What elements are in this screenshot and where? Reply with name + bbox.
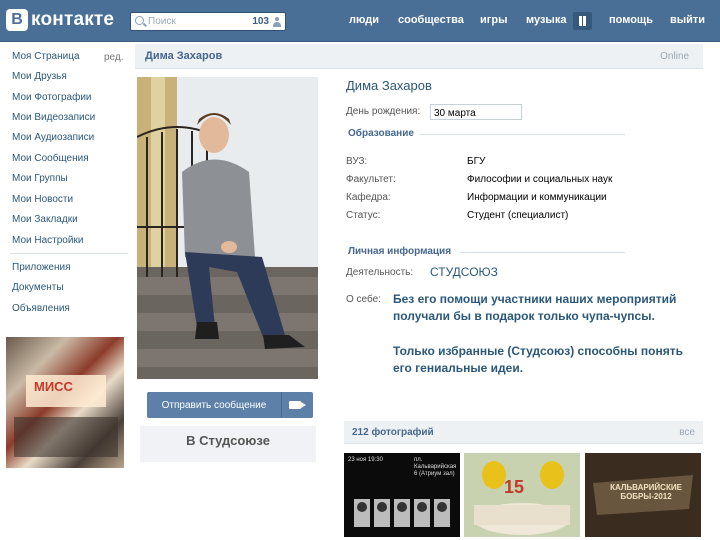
sidebar-item-groups[interactable]: Мои Группы	[12, 173, 68, 184]
vk-logo[interactable]: В контакте	[6, 9, 114, 31]
profile-bar-name: Дима Захаров	[145, 50, 223, 62]
personal-info-divider	[460, 252, 625, 253]
profile-photo[interactable]	[137, 77, 318, 379]
button-divider	[281, 392, 282, 418]
sidebar-item-my-page[interactable]: Моя Страница	[12, 51, 80, 62]
photo-thumb-2[interactable]: 15	[464, 453, 580, 537]
activity-link[interactable]: СТУДСОЮЗ	[430, 265, 498, 279]
education-divider	[420, 134, 625, 135]
vk-logo-text: контакте	[31, 9, 115, 30]
sidebar-item-news[interactable]: Мои Новости	[12, 194, 73, 205]
sidebar-item-videos[interactable]: Мои Видеозаписи	[12, 112, 95, 123]
send-message-button[interactable]: Отправить сообщение	[147, 392, 313, 418]
online-status: Online	[660, 51, 689, 62]
sidebar-item-ads[interactable]: Объявления	[12, 303, 70, 314]
ad-banner-text: МИСС	[34, 379, 73, 394]
vk-logo-icon: В	[6, 9, 28, 31]
status-label: Статус:	[346, 210, 381, 221]
birthday-value[interactable]: 30 марта	[434, 108, 476, 119]
photo-thumb-1[interactable]: 23 ноя 19:30 пл. Кальварийская 6 (Атриум…	[344, 453, 460, 537]
photos-count[interactable]: 212 фотографий	[352, 427, 434, 438]
university-label: ВУЗ:	[346, 156, 368, 167]
video-camera-icon[interactable]	[289, 401, 306, 409]
nav-people[interactable]: люди	[349, 14, 379, 26]
sidebar-item-bookmarks[interactable]: Мои Закладки	[12, 214, 78, 225]
search-placeholder: Поиск	[148, 16, 176, 27]
thumb-3-caption: КАЛЬВАРИЙСКИЕ БОБРЫ-2012	[610, 483, 682, 501]
about-text-1: Без его помощи участники наших мероприят…	[393, 292, 677, 323]
profile-header-bar: Дима Захаров Online	[135, 44, 703, 69]
status-value: Студент (специалист)	[467, 210, 569, 221]
education-title: Образование	[348, 128, 414, 139]
pause-icon[interactable]	[573, 12, 592, 30]
thumb-2-number: 15	[504, 477, 525, 497]
department-value[interactable]: Информации и коммуникации	[467, 192, 607, 203]
activity-label: Деятельность:	[346, 267, 414, 278]
photos-all-link[interactable]: все	[679, 427, 695, 438]
about-label: О себе:	[346, 294, 381, 305]
send-message-label: Отправить сообщение	[161, 400, 267, 411]
sidebar-item-photos[interactable]: Мои Фотографии	[12, 92, 92, 103]
ad-banner[interactable]: МИСС	[6, 337, 124, 468]
search-icon	[135, 16, 144, 25]
sidebar-item-audio[interactable]: Мои Аудиозаписи	[12, 132, 94, 143]
birthday-label: День рождения:	[346, 106, 421, 117]
department-label: Кафедра:	[346, 192, 391, 203]
nav-help[interactable]: помощь	[609, 14, 653, 26]
sidebar-edit-link[interactable]: ред.	[104, 52, 124, 63]
nav-logout[interactable]: выйти	[670, 14, 705, 26]
about-text-2: Только избранные (Студсоюз) способны пон…	[393, 344, 683, 375]
sidebar-item-friends[interactable]: Мои Друзья	[12, 71, 67, 82]
sidebar-divider	[10, 253, 128, 254]
university-value[interactable]: БГУ	[467, 156, 485, 167]
photos-header: 212 фотографий все	[344, 421, 703, 444]
sidebar-item-settings[interactable]: Мои Настройки	[12, 235, 83, 246]
photo-thumb-3[interactable]: КАЛЬВАРИЙСКИЕ БОБРЫ-2012	[585, 453, 701, 537]
nav-games[interactable]: игры	[480, 14, 507, 26]
top-header: В контакте Поиск 103 люди сообщества игр…	[0, 0, 720, 42]
search-count: 103	[252, 16, 269, 27]
profile-name: Дима Захаров	[346, 78, 432, 93]
sidebar-item-messages[interactable]: Мои Сообщения	[12, 153, 89, 164]
nav-communities[interactable]: сообщества	[398, 14, 464, 26]
faculty-value[interactable]: Философии и социальных наук	[467, 174, 612, 185]
sidebar-item-documents[interactable]: Документы	[12, 282, 64, 293]
search-input[interactable]: Поиск 103	[130, 12, 286, 31]
nav-music[interactable]: музыка	[526, 14, 566, 26]
faculty-label: Факультет:	[346, 174, 396, 185]
group-label[interactable]: В Студсоюзе	[140, 426, 316, 462]
user-icon	[273, 17, 281, 27]
personal-info-title: Личная информация	[348, 246, 452, 257]
sidebar-item-apps[interactable]: Приложения	[12, 262, 71, 273]
